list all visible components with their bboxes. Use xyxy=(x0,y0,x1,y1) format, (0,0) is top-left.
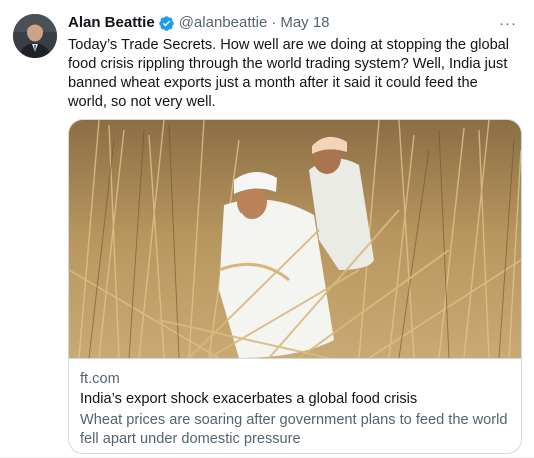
separator-dot: · xyxy=(271,14,277,31)
author-name[interactable]: Alan Beattie xyxy=(68,13,155,33)
tweet-content: Alan Beattie @alanbeattie · May 18 ··· T… xyxy=(68,12,522,112)
tweet-date[interactable]: May 18 xyxy=(280,13,329,33)
verified-badge-icon xyxy=(158,15,175,32)
tweet-text: Today’s Trade Secrets. How well are we d… xyxy=(68,37,510,110)
author-handle[interactable]: @alanbeattie xyxy=(179,13,268,33)
card-description: Wheat prices are soaring after governmen… xyxy=(80,412,508,447)
card-domain: ft.com xyxy=(80,371,120,387)
card-title[interactable]: India’s export shock exacerbates a globa… xyxy=(80,389,509,409)
avatar-photo xyxy=(13,14,57,58)
tweet[interactable]: Alan Beattie @alanbeattie · May 18 ··· T… xyxy=(0,0,534,458)
more-options-icon[interactable]: ··· xyxy=(496,13,520,33)
card-body: ft.com India’s export shock exacerbates … xyxy=(69,358,521,449)
link-card[interactable]: ft.com India’s export shock exacerbates … xyxy=(68,119,522,454)
tweet-header: Alan Beattie @alanbeattie · May 18 xyxy=(68,12,522,34)
card-image xyxy=(69,120,521,358)
avatar[interactable] xyxy=(13,14,57,58)
